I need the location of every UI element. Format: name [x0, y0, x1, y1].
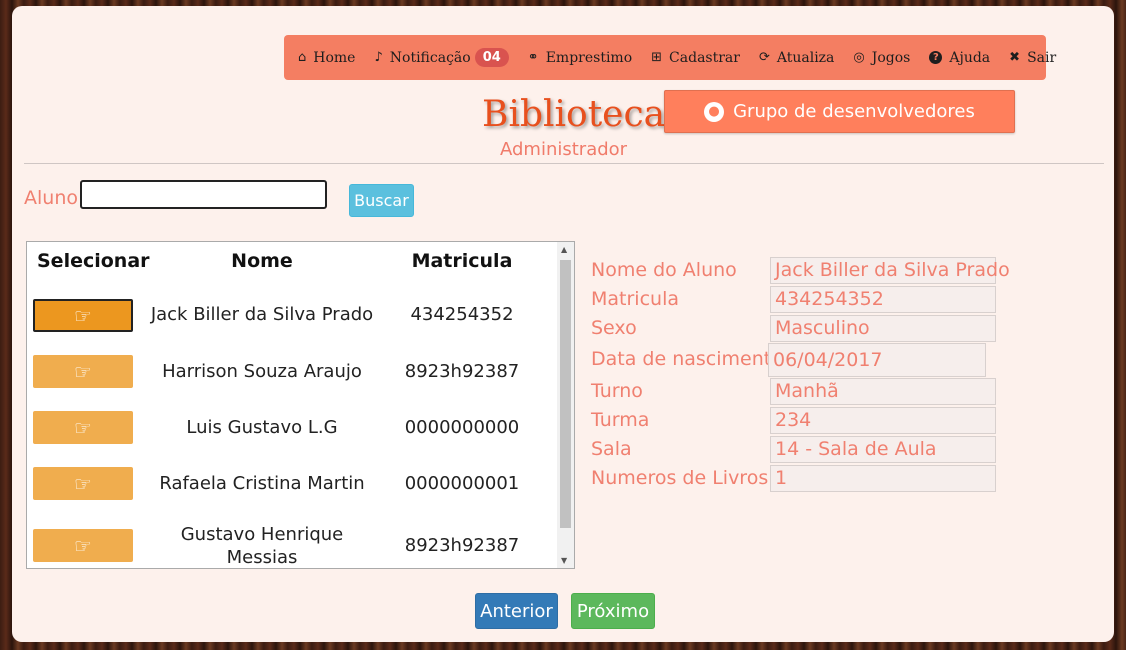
plus-square-icon: ⊞ — [651, 50, 663, 65]
nav-atualiza[interactable]: ⟳ Atualiza — [759, 50, 834, 66]
student-name: Jack Biller da Silva Prado — [150, 304, 374, 325]
student-name: Harrison Souza Araujo — [162, 361, 362, 382]
select-button[interactable]: ☞ — [33, 529, 133, 562]
pointing-hand-icon: ☞ — [74, 303, 92, 328]
select-button[interactable]: ☞ — [33, 355, 133, 388]
nav-ajuda-label: Ajuda — [949, 49, 991, 66]
student-search-input[interactable] — [80, 180, 327, 209]
student-id: 8923h92387 — [404, 535, 520, 556]
detail-id-label: Matricula — [591, 288, 679, 310]
scroll-thumb[interactable] — [560, 260, 571, 528]
notification-badge: 04 — [474, 48, 509, 67]
scroll-down-icon[interactable]: ▼ — [561, 556, 567, 565]
brand-subtitle: Administrador — [500, 139, 628, 160]
header-name: Nome — [231, 250, 293, 272]
student-id: 0000000000 — [404, 417, 520, 438]
developers-button[interactable]: ● Grupo de desenvolvedores — [664, 90, 1015, 133]
refresh-icon: ⟳ — [758, 50, 770, 65]
nav-jogos[interactable]: ◎ Jogos — [853, 50, 910, 66]
scroll-up-icon[interactable]: ▲ — [561, 245, 567, 254]
home-icon: ⌂ — [298, 50, 307, 65]
pointing-hand-icon: ☞ — [74, 415, 92, 440]
detail-class-field: 234 — [770, 407, 996, 434]
detail-class-label: Turma — [591, 409, 650, 431]
handshake-icon: ⚭ — [527, 50, 539, 65]
nav-cadastrar-label: Cadastrar — [669, 49, 740, 66]
next-button[interactable]: Próximo — [571, 593, 655, 629]
detail-name-label: Nome do Aluno — [591, 259, 737, 281]
user-circle-icon: ● — [704, 101, 725, 122]
gamepad-icon: ◎ — [853, 50, 865, 65]
student-table: Selecionar Nome Matricula ☞ Jack Biller … — [26, 241, 575, 569]
detail-id-field: 434254352 — [770, 286, 996, 313]
question-icon: ? — [929, 51, 943, 64]
table-row: ☞ Gustavo Henrique Messias 8923h92387 — [27, 512, 557, 568]
nav-home-label: Home — [313, 49, 356, 66]
detail-room-field: 14 - Sala de Aula — [770, 436, 996, 463]
nav-emprestimo-label: Emprestimo — [545, 49, 633, 66]
detail-books-label: Numeros de Livros — [591, 467, 769, 489]
student-name: Luis Gustavo L.G — [186, 417, 338, 438]
select-button[interactable]: ☞ — [33, 411, 133, 444]
search-button[interactable]: Buscar — [349, 184, 414, 217]
nav-sair[interactable]: ✖ Sair — [1009, 50, 1056, 66]
main-panel: ⌂ Home ♪ Notificação 04 ⚭ Emprestimo ⊞ C… — [12, 6, 1114, 642]
student-name: Rafaela Cristina Martin — [159, 473, 365, 494]
table-row: ☞ Jack Biller da Silva Prado 434254352 — [27, 288, 557, 344]
student-id: 0000000001 — [404, 473, 520, 494]
nav-atualiza-label: Atualiza — [776, 49, 835, 66]
detail-sex-field: Masculino — [770, 315, 996, 342]
student-id: 8923h92387 — [404, 361, 520, 382]
nav-home[interactable]: ⌂ Home — [298, 50, 355, 66]
header-id: Matricula — [411, 250, 513, 272]
detail-birth-label: Data de nascimento — [591, 348, 783, 370]
detail-name-field: Jack Biller da Silva Prado — [770, 257, 1010, 284]
detail-sex-label: Sexo — [591, 317, 637, 339]
select-button[interactable]: ☞ — [33, 467, 133, 500]
nav-jogos-label: Jogos — [871, 49, 911, 66]
search-label: Aluno — [24, 187, 78, 209]
top-navbar: ⌂ Home ♪ Notificação 04 ⚭ Emprestimo ⊞ C… — [284, 35, 1056, 80]
bell-icon: ♪ — [374, 50, 383, 65]
table-row: ☞ Luis Gustavo L.G 0000000000 — [27, 400, 557, 456]
table-row: ☞ Harrison Souza Araujo 8923h92387 — [27, 344, 557, 400]
brand-title: Biblioteca — [482, 94, 666, 135]
detail-birth-field: 06/04/2017 — [768, 343, 986, 377]
close-icon: ✖ — [1009, 50, 1021, 65]
pointing-hand-icon: ☞ — [74, 471, 92, 496]
student-name: Gustavo Henrique Messias — [180, 524, 344, 568]
developers-button-label: Grupo de desenvolvedores — [733, 101, 975, 122]
nav-emprestimo[interactable]: ⚭ Emprestimo — [528, 50, 632, 66]
pointing-hand-icon: ☞ — [74, 359, 92, 384]
divider — [24, 163, 1104, 164]
pointing-hand-icon: ☞ — [74, 533, 92, 558]
student-id: 434254352 — [410, 304, 514, 325]
table-row: ☞ Rafaela Cristina Martin 0000000001 — [27, 456, 557, 512]
previous-button[interactable]: Anterior — [475, 593, 558, 629]
nav-sair-label: Sair — [1027, 49, 1057, 66]
detail-room-label: Sala — [591, 438, 632, 460]
nav-cadastrar[interactable]: ⊞ Cadastrar — [651, 50, 740, 66]
header-select: Selecionar — [37, 250, 150, 272]
select-button[interactable]: ☞ — [33, 299, 133, 332]
nav-ajuda[interactable]: ? Ajuda — [929, 50, 990, 66]
nav-notificacao[interactable]: ♪ Notificação 04 — [374, 48, 509, 67]
detail-shift-label: Turno — [591, 380, 643, 402]
detail-books-field: 1 — [770, 465, 996, 492]
nav-notificacao-label: Notificação — [389, 49, 471, 66]
table-scrollbar[interactable]: ▲ ▼ — [557, 242, 574, 568]
detail-shift-field: Manhã — [770, 378, 996, 405]
